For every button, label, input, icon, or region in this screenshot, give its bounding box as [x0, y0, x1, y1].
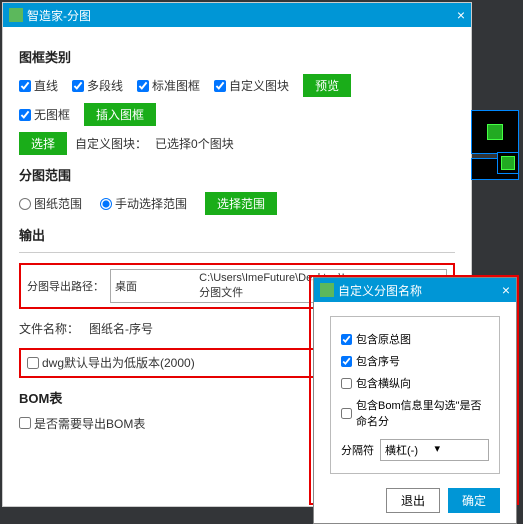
preview-button[interactable]: 预览	[303, 74, 351, 97]
naming-highlight: 自定义分图名称 × 包含原总图 包含序号 包含横纵向 包含Bom信息里勾选"是否…	[309, 275, 519, 505]
cb-include-bom[interactable]: 包含Bom信息里勾选"是否命名分	[341, 397, 489, 429]
section-range-title: 分图范围	[19, 165, 455, 184]
close-icon[interactable]: ×	[457, 7, 465, 23]
select-button[interactable]: 选择	[19, 132, 67, 155]
separator-select[interactable]: 横杠(-) ▾	[380, 439, 489, 461]
drawing-icon	[487, 124, 503, 140]
preview-thumb-3[interactable]	[497, 152, 519, 174]
path-label: 分图导出路径：	[27, 278, 104, 294]
radio-manual[interactable]: 手动选择范围	[100, 195, 187, 212]
separator-label: 分隔符	[341, 442, 374, 458]
divider	[19, 252, 455, 253]
dialog2-title: 自定义分图名称	[338, 282, 502, 299]
chevron-down-icon: ▾	[435, 442, 485, 458]
cb-polyline[interactable]: 多段线	[72, 77, 123, 94]
cb-include-orient[interactable]: 包含横纵向	[341, 375, 489, 391]
cb-export-bom[interactable]: 是否需要导出BOM表	[19, 415, 145, 432]
dialog-title: 智造家-分图	[27, 7, 457, 24]
app-icon	[9, 8, 23, 22]
cb-noframe[interactable]: 无图框	[19, 106, 70, 123]
cb-std[interactable]: 标准图框	[137, 77, 200, 94]
exit-button[interactable]: 退出	[386, 488, 440, 513]
app-icon	[320, 283, 334, 297]
section-frame-title: 图框类别	[19, 47, 455, 66]
cb-lowver[interactable]: dwg默认导出为低版本(2000)	[27, 354, 195, 371]
ok-button[interactable]: 确定	[448, 488, 500, 513]
cb-line[interactable]: 直线	[19, 77, 58, 94]
cb-custom[interactable]: 自定义图块	[214, 77, 289, 94]
naming-options: 包含原总图 包含序号 包含横纵向 包含Bom信息里勾选"是否命名分 分隔符 横杠…	[330, 316, 500, 474]
cb-include-seq[interactable]: 包含序号	[341, 353, 489, 369]
preview-thumb-1[interactable]	[471, 110, 519, 154]
drawing-icon	[501, 156, 515, 170]
close-icon[interactable]: ×	[502, 282, 510, 298]
custom-block-status: 已选择0个图块	[155, 135, 234, 152]
titlebar: 智造家-分图 ×	[3, 3, 471, 27]
path-prefix: 桌面	[115, 278, 196, 294]
select-range-button[interactable]: 选择范围	[205, 192, 277, 215]
file-label: 文件名称：	[19, 320, 79, 337]
custom-block-label: 自定义图块：	[75, 135, 147, 152]
naming-dialog: 自定义分图名称 × 包含原总图 包含序号 包含横纵向 包含Bom信息里勾选"是否…	[313, 277, 517, 524]
section-output-title: 输出	[19, 225, 455, 244]
cb-include-orig[interactable]: 包含原总图	[341, 331, 489, 347]
titlebar-2: 自定义分图名称 ×	[314, 278, 516, 302]
insert-frame-button[interactable]: 插入图框	[84, 103, 156, 126]
radio-paper[interactable]: 图纸范围	[19, 195, 82, 212]
